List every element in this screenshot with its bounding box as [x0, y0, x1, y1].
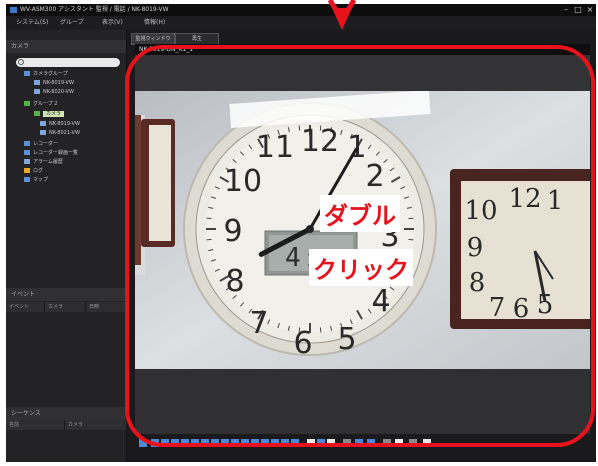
log-icon [24, 168, 30, 173]
camera-column-header[interactable]: カメラ [45, 302, 86, 312]
tree-item[interactable]: マップ [24, 176, 48, 185]
name-column-header[interactable]: 名前 [6, 420, 65, 430]
tree-item[interactable]: グループ 2 [24, 100, 57, 109]
annotation-double: ダブル [320, 195, 400, 232]
tree-item[interactable]: NK-8019-VW [34, 79, 74, 88]
app-icon [10, 7, 17, 13]
search-icon [18, 59, 24, 65]
event-column-header[interactable]: イベント [6, 302, 45, 312]
recorder-icon [24, 141, 30, 146]
tree-item[interactable]: NK-8020-VW [34, 88, 74, 97]
camera-icon [40, 121, 46, 126]
event-panel-title: イベント [6, 288, 126, 301]
tree-item[interactable]: アラーム履歴 [24, 158, 63, 167]
camera-icon [34, 80, 40, 85]
menu-bar: システム(S) グループ 表示(V) 情報(H) [6, 16, 596, 30]
camera-panel-title: カメラ [6, 40, 126, 53]
tree-item[interactable]: NK-8021-VW [40, 129, 80, 138]
tree-item[interactable]: ログ [24, 167, 43, 176]
camera-icon [34, 111, 40, 116]
folder-icon [24, 101, 30, 106]
menu-group[interactable]: グループ [60, 16, 84, 30]
folder-icon [24, 71, 30, 76]
annotation-click: クリック [309, 249, 413, 286]
window-title: WV-ASM300 アシスタント 監視 / 電話 / NK-8019-VW [20, 6, 169, 13]
minimize-button[interactable]: – [560, 4, 572, 16]
map-icon [24, 177, 30, 182]
menu-view[interactable]: 表示(V) [102, 16, 123, 30]
close-button[interactable]: × [584, 4, 596, 16]
tree-item[interactable]: レコーダー [24, 140, 58, 149]
highlight-frame [125, 45, 595, 447]
tree-item-selected[interactable]: カメラ [34, 110, 65, 119]
maximize-button[interactable]: □ [572, 4, 584, 16]
search-input[interactable] [25, 58, 117, 67]
tree-item[interactable]: レコーダー録画一覧 [24, 149, 78, 158]
datetime-column-header[interactable]: 日時 [86, 302, 127, 312]
list-icon [24, 150, 30, 155]
search-box[interactable] [16, 58, 120, 67]
tree-item[interactable]: カメラグループ [24, 70, 68, 79]
camera-icon [40, 130, 46, 135]
title-bar: WV-ASM300 アシスタント 監視 / 電話 / NK-8019-VW – … [6, 4, 596, 16]
camera-icon [34, 89, 40, 94]
sequence-panel-title: シーケンス [6, 407, 126, 420]
menu-system[interactable]: システム(S) [16, 16, 48, 30]
alarm-icon [24, 159, 30, 164]
menu-info[interactable]: 情報(H) [144, 16, 165, 30]
arrow-down-icon [327, 0, 357, 30]
tree-item[interactable]: NK-8019-VW [40, 120, 80, 129]
sidebar: カメラ カメラグループ NK-8019-VW NK-8020-VW グループ 2… [6, 30, 127, 462]
sequence-camera-column-header[interactable]: カメラ [65, 420, 127, 430]
